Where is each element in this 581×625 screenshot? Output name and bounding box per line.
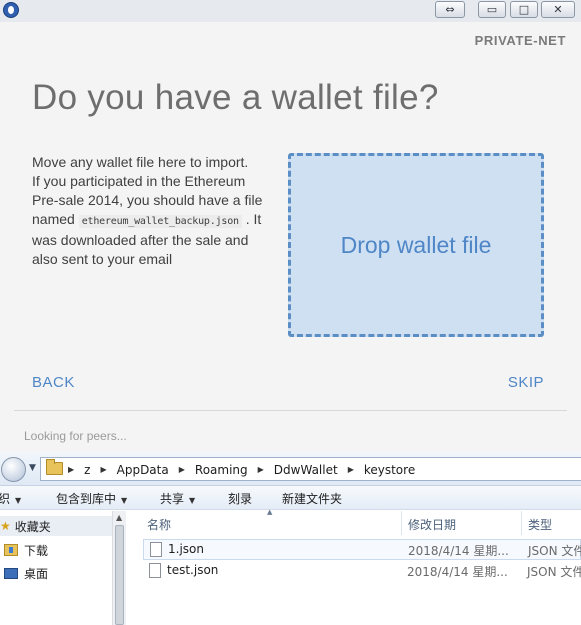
- include-label: 包含到库中: [56, 492, 117, 506]
- explorer-toolbar: 织 ▼ 包含到库中 ▼ 共享 ▼ 刻录 新建文件夹: [0, 486, 581, 510]
- column-header-row: ▲ 名称 修改日期 类型: [131, 508, 581, 537]
- star-icon: ★: [0, 519, 11, 533]
- column-divider[interactable]: [401, 511, 402, 535]
- column-divider[interactable]: [521, 511, 522, 535]
- scrollbar-thumb[interactable]: [115, 525, 124, 625]
- backup-filename: ethereum_wallet_backup.json: [78, 215, 242, 228]
- new-folder-button[interactable]: 新建文件夹: [282, 490, 342, 507]
- share-label: 共享: [160, 492, 185, 506]
- downloads-folder-icon: [4, 544, 18, 556]
- sort-ascending-icon: ▲: [267, 508, 273, 516]
- chevron-down-icon: ▼: [121, 496, 128, 505]
- skip-button[interactable]: SKIP: [500, 374, 544, 391]
- file-type: JSON 文件: [527, 565, 581, 579]
- wallet-drop-zone[interactable]: Drop wallet file: [288, 153, 544, 337]
- breadcrumb: ▶ z ▶ AppData ▶ Roaming ▶ DdwWallet ▶ ke…: [68, 461, 415, 478]
- file-list: ▲ 名称 修改日期 类型 1.json 2018/4/14 星期... JSON…: [131, 508, 581, 625]
- include-in-library-menu[interactable]: 包含到库中 ▼: [56, 490, 127, 507]
- chevron-down-icon: ▼: [15, 496, 22, 505]
- file-date: 2018/4/14 星期...: [408, 544, 509, 558]
- sidebar-item-label: 下载: [24, 543, 49, 558]
- chevron-right-icon[interactable]: ▶: [100, 465, 106, 474]
- column-header-date[interactable]: 修改日期: [408, 516, 456, 533]
- navigation-scrollbar[interactable]: ▲: [112, 511, 126, 625]
- window-titlebar: ⇔ ▭ □ ✕: [0, 0, 581, 22]
- file-type: JSON 文件: [528, 544, 581, 558]
- file-name: test.json: [167, 563, 219, 577]
- sidebar-item-label: 桌面: [24, 566, 49, 581]
- drop-zone-label: Drop wallet file: [340, 231, 492, 258]
- chevron-right-icon[interactable]: ▶: [348, 465, 354, 474]
- chevron-right-icon[interactable]: ▶: [68, 465, 74, 474]
- file-date: 2018/4/14 星期...: [407, 565, 508, 579]
- close-button[interactable]: ✕: [541, 1, 575, 18]
- share-menu[interactable]: 共享 ▼: [160, 490, 195, 507]
- maximize-button[interactable]: □: [510, 1, 538, 18]
- breadcrumb-item[interactable]: AppData: [117, 463, 169, 477]
- chevron-down-icon: ▼: [189, 496, 196, 505]
- breadcrumb-item[interactable]: Roaming: [195, 463, 248, 477]
- navigation-pane: ★ 收藏夹 下载 桌面 ▲: [0, 511, 126, 625]
- organize-label: 织: [0, 492, 11, 506]
- file-icon: [150, 542, 162, 557]
- chevron-right-icon[interactable]: ▶: [179, 465, 185, 474]
- sidebar-item-downloads[interactable]: 下载: [4, 540, 48, 560]
- chevron-right-icon[interactable]: ▶: [258, 465, 264, 474]
- sidebar-item-favorites[interactable]: ★ 收藏夹: [0, 516, 112, 536]
- burn-button[interactable]: 刻录: [228, 490, 252, 507]
- page-title: Do you have a wallet file?: [32, 78, 439, 117]
- resize-button[interactable]: ⇔: [435, 1, 465, 18]
- back-button[interactable]: BACK: [32, 374, 75, 391]
- sidebar-item-desktop[interactable]: 桌面: [4, 563, 48, 583]
- folder-icon: [46, 459, 63, 475]
- footer-divider: [14, 410, 567, 411]
- file-icon: [149, 563, 161, 578]
- breadcrumb-item[interactable]: DdwWallet: [274, 463, 338, 477]
- column-header-name[interactable]: 名称: [147, 516, 171, 533]
- wallet-window: ⇔ ▭ □ ✕ PRIVATE-NET Do you have a wallet…: [0, 0, 581, 452]
- address-bar[interactable]: ▶ z ▶ AppData ▶ Roaming ▶ DdwWallet ▶ ke…: [40, 457, 581, 481]
- peer-status: Looking for peers...: [24, 429, 127, 443]
- file-explorer-window: ▼ ▶ z ▶ AppData ▶ Roaming ▶ DdwWallet ▶ …: [0, 452, 581, 625]
- sidebar-item-label: 收藏夹: [14, 519, 51, 534]
- breadcrumb-item[interactable]: z: [84, 463, 90, 477]
- column-header-type[interactable]: 类型: [528, 516, 552, 533]
- network-label: PRIVATE-NET: [474, 33, 566, 48]
- breadcrumb-item[interactable]: keystore: [364, 463, 415, 477]
- scroll-up-icon[interactable]: ▲: [116, 513, 122, 522]
- organize-menu[interactable]: 织 ▼: [0, 490, 21, 507]
- file-name: 1.json: [168, 542, 204, 556]
- address-row: ▼ ▶ z ▶ AppData ▶ Roaming ▶ DdwWallet ▶ …: [0, 452, 581, 486]
- file-row[interactable]: 1.json 2018/4/14 星期... JSON 文件: [143, 539, 581, 560]
- desktop-icon: [4, 567, 18, 579]
- minimize-button[interactable]: ▭: [478, 1, 506, 18]
- explorer-back-button[interactable]: [1, 457, 26, 482]
- import-instructions: Move any wallet file here to import. If …: [32, 153, 264, 269]
- app-logo-icon: [3, 2, 19, 18]
- file-row[interactable]: test.json 2018/4/14 星期... JSON 文件: [143, 561, 581, 582]
- history-dropdown-icon[interactable]: ▼: [29, 463, 36, 473]
